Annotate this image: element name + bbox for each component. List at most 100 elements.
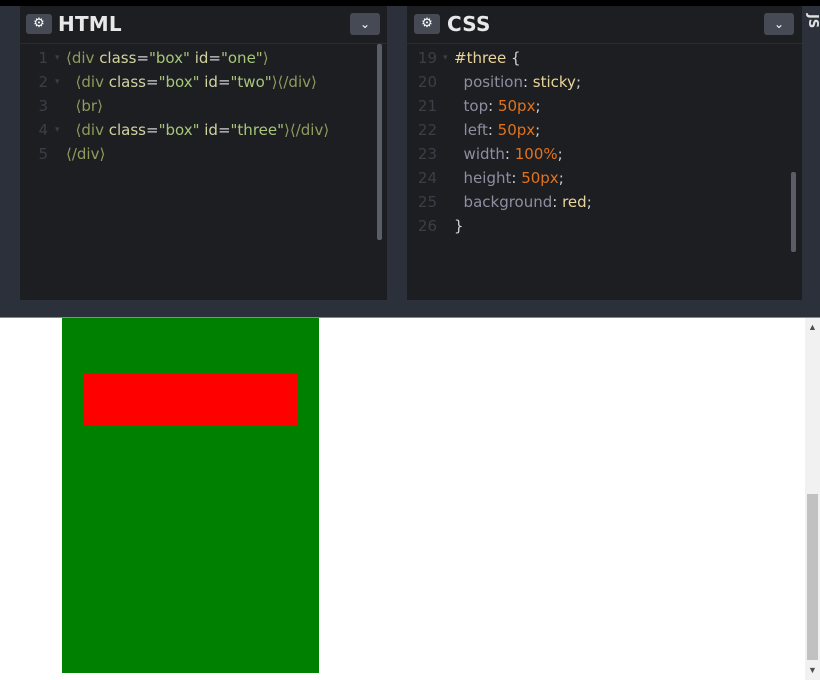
gear-icon: ⚙	[421, 16, 433, 31]
code-token: id	[204, 121, 218, 139]
line-number: 19	[417, 49, 437, 67]
result-scrollbar-thumb[interactable]	[807, 494, 818, 660]
code-line[interactable]: 3 ⟨br⟩	[20, 94, 387, 118]
code-line[interactable]: 24 height: 50px;	[407, 166, 802, 190]
code-text: top: 50px;	[454, 94, 541, 118]
code-token: :	[488, 97, 498, 115]
line-number: 3	[38, 97, 48, 115]
scroll-down-arrow-icon[interactable]: ▼	[805, 663, 820, 677]
code-token: ;	[535, 121, 541, 139]
code-token: left	[463, 121, 488, 139]
html-editor-scrollbar[interactable]	[377, 44, 382, 240]
html-panel-title: HTML	[58, 12, 122, 36]
code-token: "three"	[230, 121, 285, 139]
js-panel-title: JS	[805, 14, 820, 29]
code-token: red	[562, 193, 587, 211]
code-line[interactable]: 2 ▾ ⟨div class="box" id="two"⟩⟨/div⟩	[20, 70, 387, 94]
css-settings-button[interactable]: ⚙	[414, 14, 440, 34]
line-number: 25	[417, 193, 437, 211]
code-text: left: 50px;	[454, 118, 541, 142]
css-editor-panel: ⚙ CSS ⌄ 19 ▾ #three {20 position: sticky; 2…	[407, 6, 802, 300]
code-line[interactable]: 1 ▾ ⟨div class="box" id="one"⟩	[20, 46, 387, 70]
code-text: ⟨div class="box" id="three"⟩⟨/div⟩	[66, 118, 330, 142]
html-settings-button[interactable]: ⚙	[26, 14, 52, 34]
code-token: ;	[575, 73, 581, 91]
box-one	[62, 318, 319, 673]
fold-arrow-icon[interactable]: ▾	[55, 70, 60, 94]
editor-result-resizer[interactable]	[0, 300, 820, 318]
code-token: =	[217, 121, 231, 139]
code-token: ;	[535, 97, 541, 115]
code-token: ⟩	[262, 49, 269, 67]
code-token: "box"	[149, 49, 195, 67]
fold-arrow-icon[interactable]: ▾	[55, 46, 60, 70]
js-panel-tab[interactable]: JS	[802, 6, 820, 300]
code-text: #three {	[454, 46, 521, 70]
code-line[interactable]: 5 ⟨/div⟩	[20, 142, 387, 166]
fold-arrow-icon[interactable]: ▾	[55, 118, 60, 142]
css-collapse-button[interactable]: ⌄	[764, 13, 794, 35]
code-token: class	[99, 49, 137, 67]
code-text: width: 100%;	[454, 142, 563, 166]
html-code-editor[interactable]: 1 ▾ ⟨div class="box" id="one"⟩ 2 ▾ ⟨div clas…	[20, 46, 387, 166]
scroll-up-arrow-icon[interactable]: ▲	[805, 320, 820, 334]
code-token: =	[208, 49, 221, 67]
code-token: 50px	[497, 97, 536, 115]
code-token: ;	[557, 145, 563, 163]
code-token: }	[454, 217, 464, 235]
code-line[interactable]: 20 position: sticky;	[407, 70, 802, 94]
css-editor-scrollbar[interactable]	[791, 172, 796, 252]
code-token: position	[463, 73, 523, 91]
result-preview: ▲ ▼	[0, 318, 820, 680]
line-number: 5	[38, 145, 48, 163]
code-token: "two"	[230, 73, 272, 91]
code-text: ⟨/div⟩	[66, 142, 105, 166]
code-text: ⟨div class="box" id="two"⟩⟨/div⟩	[66, 70, 317, 94]
code-token: sticky	[532, 73, 576, 91]
code-token: {	[511, 49, 521, 67]
result-scrollbar[interactable]: ▲ ▼	[805, 318, 820, 680]
code-line[interactable]: 23 width: 100%;	[407, 142, 802, 166]
panel-divider[interactable]	[387, 6, 407, 300]
code-line[interactable]: 19 ▾ #three {	[407, 46, 802, 70]
code-line[interactable]: 21 top: 50px;	[407, 94, 802, 118]
editor-area: ⚙ HTML ⌄ 1 ▾ ⟨div class="box" id="one"⟩ 2 ▾ …	[0, 0, 820, 300]
code-line[interactable]: 26}	[407, 214, 802, 238]
code-text: height: 50px;	[454, 166, 564, 190]
code-line[interactable]: 4 ▾ ⟨div class="box" id="three"⟩⟨/div⟩	[20, 118, 387, 142]
code-token: ⟨div	[75, 73, 109, 91]
code-token: 100%	[514, 145, 558, 163]
code-token: "box"	[158, 73, 205, 91]
code-token: ⟩⟨/div⟩	[284, 121, 330, 139]
line-number: 26	[417, 217, 437, 235]
chevron-down-icon: ⌄	[773, 17, 785, 31]
code-token: =	[136, 49, 150, 67]
code-token: background	[463, 193, 553, 211]
fold-arrow-icon[interactable]: ▾	[443, 46, 448, 70]
code-token: #three	[454, 49, 512, 67]
code-token: :	[511, 169, 522, 187]
code-token: height	[463, 169, 512, 187]
code-line[interactable]: 25 background: red;	[407, 190, 802, 214]
code-token: ⟨div	[66, 49, 100, 67]
code-token: ⟨br⟩	[75, 97, 103, 115]
code-token: =	[217, 73, 231, 91]
line-number: 2	[38, 73, 48, 91]
code-line[interactable]: 22 left: 50px;	[407, 118, 802, 142]
code-token: ⟨div	[75, 121, 109, 139]
line-number: 22	[417, 121, 437, 139]
code-token: 50px	[497, 121, 536, 139]
code-token: ;	[586, 193, 592, 211]
code-token: class	[108, 121, 146, 139]
html-collapse-button[interactable]: ⌄	[350, 13, 380, 35]
code-token: ⟨/div⟩	[66, 145, 106, 163]
css-panel-header: ⚙ CSS ⌄	[407, 6, 802, 44]
code-text: }	[454, 214, 464, 238]
css-code-editor[interactable]: 19 ▾ #three {20 position: sticky; 21 top: 5…	[407, 46, 802, 238]
code-token: :	[487, 121, 498, 139]
